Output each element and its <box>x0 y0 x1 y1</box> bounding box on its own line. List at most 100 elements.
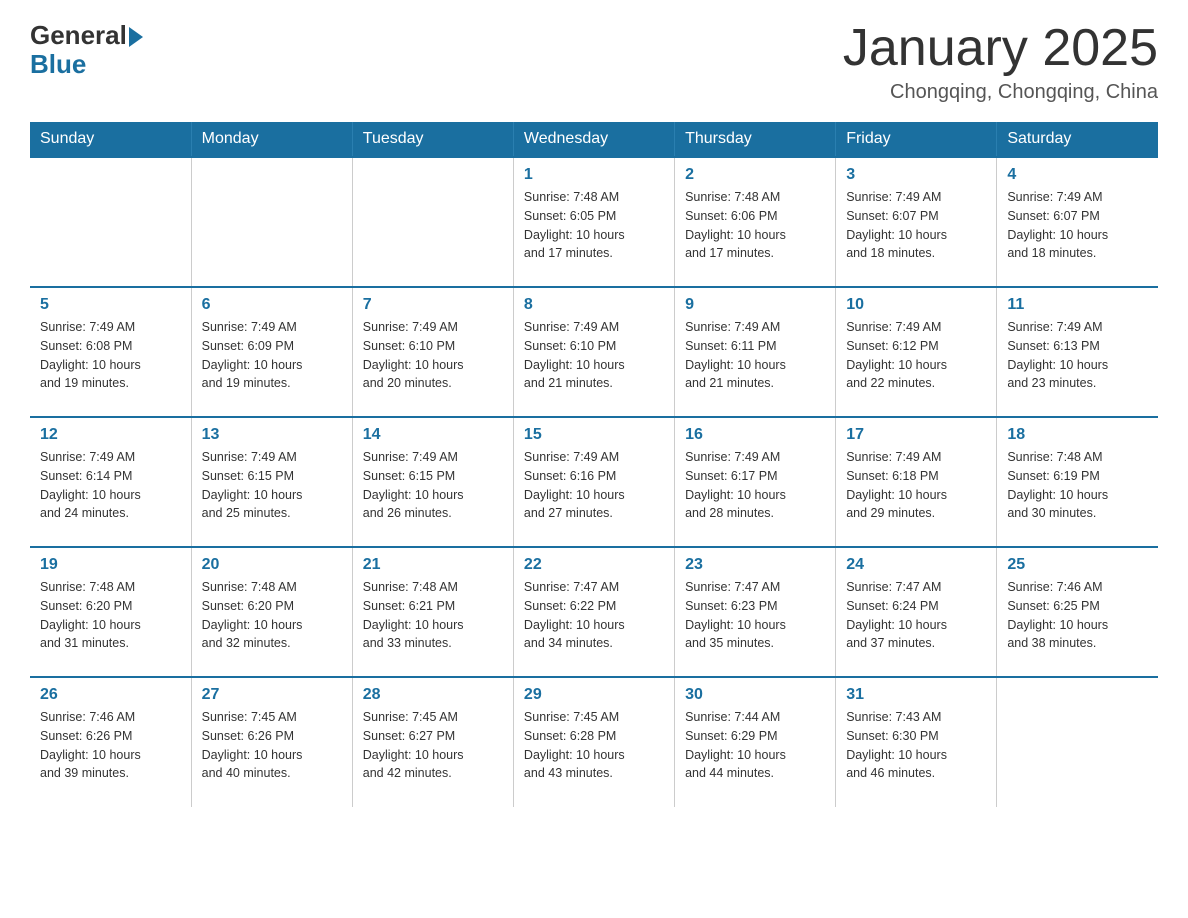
logo-arrow-icon <box>129 27 143 47</box>
day-info: Sunrise: 7:43 AM Sunset: 6:30 PM Dayligh… <box>846 708 986 783</box>
day-number: 19 <box>40 556 181 574</box>
calendar-day-24: 24 Sunrise: 7:47 AM Sunset: 6:24 PM Dayli… <box>836 547 997 677</box>
day-number: 22 <box>524 556 664 574</box>
day-info: Sunrise: 7:48 AM Sunset: 6:20 PM Dayligh… <box>202 578 342 653</box>
calendar-empty-cell <box>30 157 191 287</box>
logo: General Blue <box>30 20 143 80</box>
day-info: Sunrise: 7:48 AM Sunset: 6:19 PM Dayligh… <box>1007 448 1148 523</box>
day-number: 27 <box>202 686 342 704</box>
calendar-day-14: 14 Sunrise: 7:49 AM Sunset: 6:15 PM Dayli… <box>352 417 513 547</box>
day-info: Sunrise: 7:45 AM Sunset: 6:27 PM Dayligh… <box>363 708 503 783</box>
calendar-day-4: 4Sunrise: 7:49 AM Sunset: 6:07 PM Daylig… <box>997 157 1158 287</box>
logo-text-blue: Blue <box>30 49 143 80</box>
day-info: Sunrise: 7:48 AM Sunset: 6:06 PM Dayligh… <box>685 188 825 263</box>
day-info: Sunrise: 7:49 AM Sunset: 6:10 PM Dayligh… <box>363 318 503 393</box>
calendar-day-9: 9 Sunrise: 7:49 AM Sunset: 6:11 PM Daylig… <box>675 287 836 417</box>
day-info: Sunrise: 7:48 AM Sunset: 6:21 PM Dayligh… <box>363 578 503 653</box>
calendar-empty-cell <box>352 157 513 287</box>
day-number: 28 <box>363 686 503 704</box>
day-number: 18 <box>1007 426 1148 444</box>
calendar-title: January 2025 <box>843 20 1158 77</box>
day-number: 16 <box>685 426 825 444</box>
day-number: 21 <box>363 556 503 574</box>
calendar-week-row: 5 Sunrise: 7:49 AM Sunset: 6:08 PM Daylig… <box>30 287 1158 417</box>
calendar-day-10: 10 Sunrise: 7:49 AM Sunset: 6:12 PM Dayli… <box>836 287 997 417</box>
title-area: January 2025 Chongqing, Chongqing, China <box>843 20 1158 104</box>
calendar-day-11: 11 Sunrise: 7:49 AM Sunset: 6:13 PM Dayli… <box>997 287 1158 417</box>
day-number: 10 <box>846 296 986 314</box>
calendar-day-12: 12Sunrise: 7:49 AM Sunset: 6:14 PM Dayli… <box>30 417 191 547</box>
day-info: Sunrise: 7:46 AM Sunset: 6:26 PM Dayligh… <box>40 708 181 783</box>
day-info: Sunrise: 7:49 AM Sunset: 6:10 PM Dayligh… <box>524 318 664 393</box>
calendar-day-25: 25Sunrise: 7:46 AM Sunset: 6:25 PM Dayli… <box>997 547 1158 677</box>
day-info: Sunrise: 7:46 AM Sunset: 6:25 PM Dayligh… <box>1007 578 1148 653</box>
day-info: Sunrise: 7:49 AM Sunset: 6:15 PM Dayligh… <box>363 448 503 523</box>
day-number: 1 <box>524 166 664 184</box>
calendar-subtitle: Chongqing, Chongqing, China <box>843 81 1158 104</box>
day-number: 9 <box>685 296 825 314</box>
logo-text-general: General <box>30 20 127 51</box>
day-number: 8 <box>524 296 664 314</box>
day-number: 11 <box>1007 296 1148 314</box>
header-wednesday: Wednesday <box>513 122 674 157</box>
calendar-day-13: 13Sunrise: 7:49 AM Sunset: 6:15 PM Dayli… <box>191 417 352 547</box>
calendar-day-3: 3 Sunrise: 7:49 AM Sunset: 6:07 PM Daylig… <box>836 157 997 287</box>
day-number: 7 <box>363 296 503 314</box>
day-info: Sunrise: 7:49 AM Sunset: 6:17 PM Dayligh… <box>685 448 825 523</box>
day-number: 12 <box>40 426 181 444</box>
day-number: 3 <box>846 166 986 184</box>
day-number: 23 <box>685 556 825 574</box>
calendar-day-29: 29 Sunrise: 7:45 AM Sunset: 6:28 PM Dayli… <box>513 677 674 807</box>
day-info: Sunrise: 7:45 AM Sunset: 6:28 PM Dayligh… <box>524 708 664 783</box>
calendar-day-17: 17 Sunrise: 7:49 AM Sunset: 6:18 PM Dayli… <box>836 417 997 547</box>
day-info: Sunrise: 7:49 AM Sunset: 6:18 PM Dayligh… <box>846 448 986 523</box>
calendar-week-row: 12Sunrise: 7:49 AM Sunset: 6:14 PM Dayli… <box>30 417 1158 547</box>
day-info: Sunrise: 7:47 AM Sunset: 6:22 PM Dayligh… <box>524 578 664 653</box>
day-number: 6 <box>202 296 342 314</box>
day-info: Sunrise: 7:47 AM Sunset: 6:24 PM Dayligh… <box>846 578 986 653</box>
calendar-empty-cell <box>191 157 352 287</box>
day-number: 20 <box>202 556 342 574</box>
day-info: Sunrise: 7:49 AM Sunset: 6:09 PM Dayligh… <box>202 318 342 393</box>
day-info: Sunrise: 7:49 AM Sunset: 6:07 PM Dayligh… <box>846 188 986 263</box>
day-number: 14 <box>363 426 503 444</box>
calendar-day-1: 1Sunrise: 7:48 AM Sunset: 6:05 PM Daylig… <box>513 157 674 287</box>
day-number: 4 <box>1007 166 1148 184</box>
calendar-day-7: 7 Sunrise: 7:49 AM Sunset: 6:10 PM Daylig… <box>352 287 513 417</box>
day-info: Sunrise: 7:47 AM Sunset: 6:23 PM Dayligh… <box>685 578 825 653</box>
calendar-day-22: 22 Sunrise: 7:47 AM Sunset: 6:22 PM Dayli… <box>513 547 674 677</box>
header-saturday: Saturday <box>997 122 1158 157</box>
calendar-day-18: 18 Sunrise: 7:48 AM Sunset: 6:19 PM Dayli… <box>997 417 1158 547</box>
calendar-week-row: 1Sunrise: 7:48 AM Sunset: 6:05 PM Daylig… <box>30 157 1158 287</box>
calendar-day-31: 31Sunrise: 7:43 AM Sunset: 6:30 PM Dayli… <box>836 677 997 807</box>
day-info: Sunrise: 7:49 AM Sunset: 6:12 PM Dayligh… <box>846 318 986 393</box>
calendar-day-19: 19 Sunrise: 7:48 AM Sunset: 6:20 PM Dayli… <box>30 547 191 677</box>
day-info: Sunrise: 7:49 AM Sunset: 6:13 PM Dayligh… <box>1007 318 1148 393</box>
day-number: 24 <box>846 556 986 574</box>
calendar-empty-cell <box>997 677 1158 807</box>
calendar-day-21: 21 Sunrise: 7:48 AM Sunset: 6:21 PM Dayli… <box>352 547 513 677</box>
calendar-day-6: 6 Sunrise: 7:49 AM Sunset: 6:09 PM Daylig… <box>191 287 352 417</box>
header-friday: Friday <box>836 122 997 157</box>
day-info: Sunrise: 7:44 AM Sunset: 6:29 PM Dayligh… <box>685 708 825 783</box>
day-number: 15 <box>524 426 664 444</box>
day-info: Sunrise: 7:48 AM Sunset: 6:20 PM Dayligh… <box>40 578 181 653</box>
calendar-day-5: 5 Sunrise: 7:49 AM Sunset: 6:08 PM Daylig… <box>30 287 191 417</box>
calendar-day-15: 15Sunrise: 7:49 AM Sunset: 6:16 PM Dayli… <box>513 417 674 547</box>
day-number: 17 <box>846 426 986 444</box>
calendar-day-27: 27 Sunrise: 7:45 AM Sunset: 6:26 PM Dayli… <box>191 677 352 807</box>
day-number: 29 <box>524 686 664 704</box>
calendar-day-26: 26Sunrise: 7:46 AM Sunset: 6:26 PM Dayli… <box>30 677 191 807</box>
calendar-table: SundayMondayTuesdayWednesdayThursdayFrid… <box>30 122 1158 807</box>
calendar-day-2: 2 Sunrise: 7:48 AM Sunset: 6:06 PM Daylig… <box>675 157 836 287</box>
header-thursday: Thursday <box>675 122 836 157</box>
day-number: 5 <box>40 296 181 314</box>
day-number: 2 <box>685 166 825 184</box>
calendar-day-30: 30Sunrise: 7:44 AM Sunset: 6:29 PM Dayli… <box>675 677 836 807</box>
header-monday: Monday <box>191 122 352 157</box>
header-tuesday: Tuesday <box>352 122 513 157</box>
day-info: Sunrise: 7:45 AM Sunset: 6:26 PM Dayligh… <box>202 708 342 783</box>
day-info: Sunrise: 7:49 AM Sunset: 6:08 PM Dayligh… <box>40 318 181 393</box>
day-info: Sunrise: 7:49 AM Sunset: 6:11 PM Dayligh… <box>685 318 825 393</box>
calendar-day-23: 23 Sunrise: 7:47 AM Sunset: 6:23 PM Dayli… <box>675 547 836 677</box>
